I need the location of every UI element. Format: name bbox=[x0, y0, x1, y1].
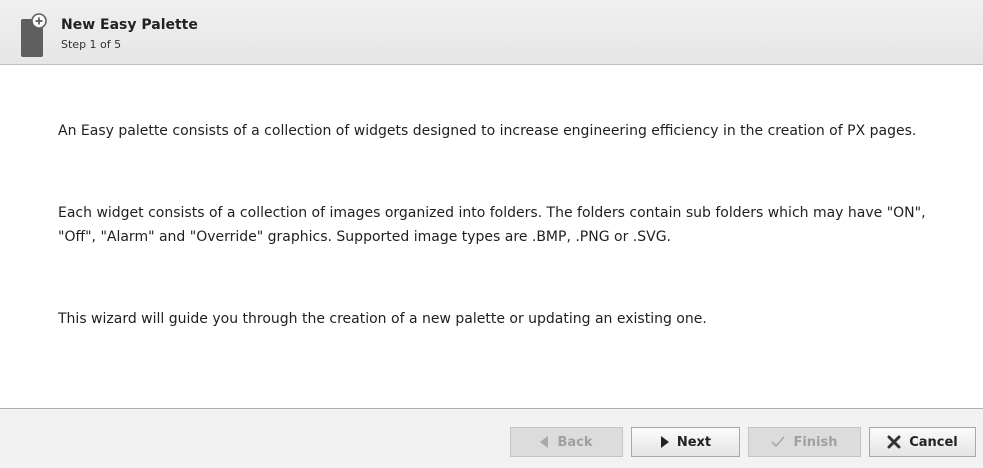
next-button-label: Next bbox=[676, 434, 712, 450]
wizard-step-indicator: Step 1 of 5 bbox=[61, 38, 122, 51]
finish-button[interactable]: Finish bbox=[748, 427, 861, 457]
wizard-footer: Back Next Finish Cancel bbox=[0, 408, 983, 468]
finish-button-label: Finish bbox=[793, 434, 838, 450]
x-icon bbox=[887, 435, 901, 449]
back-button[interactable]: Back bbox=[510, 427, 623, 457]
wizard-header: New Easy Palette Step 1 of 5 bbox=[0, 0, 983, 65]
checkmark-icon bbox=[771, 436, 786, 448]
arrow-left-icon bbox=[540, 436, 549, 448]
back-button-label: Back bbox=[557, 434, 593, 450]
cancel-button[interactable]: Cancel bbox=[869, 427, 976, 457]
arrow-right-icon bbox=[660, 436, 669, 448]
next-button[interactable]: Next bbox=[631, 427, 740, 457]
wizard-guide-paragraph: This wizard will guide you through the c… bbox=[58, 311, 707, 327]
widget-description-paragraph: Each widget consists of a collection of … bbox=[58, 205, 926, 245]
intro-paragraph: An Easy palette consists of a collection… bbox=[58, 123, 917, 139]
palette-add-icon bbox=[21, 13, 47, 57]
wizard-title: New Easy Palette bbox=[61, 17, 198, 33]
cancel-button-label: Cancel bbox=[909, 434, 958, 450]
wizard-dialog: New Easy Palette Step 1 of 5 An Easy pal… bbox=[0, 0, 983, 468]
wizard-content: An Easy palette consists of a collection… bbox=[0, 65, 983, 408]
